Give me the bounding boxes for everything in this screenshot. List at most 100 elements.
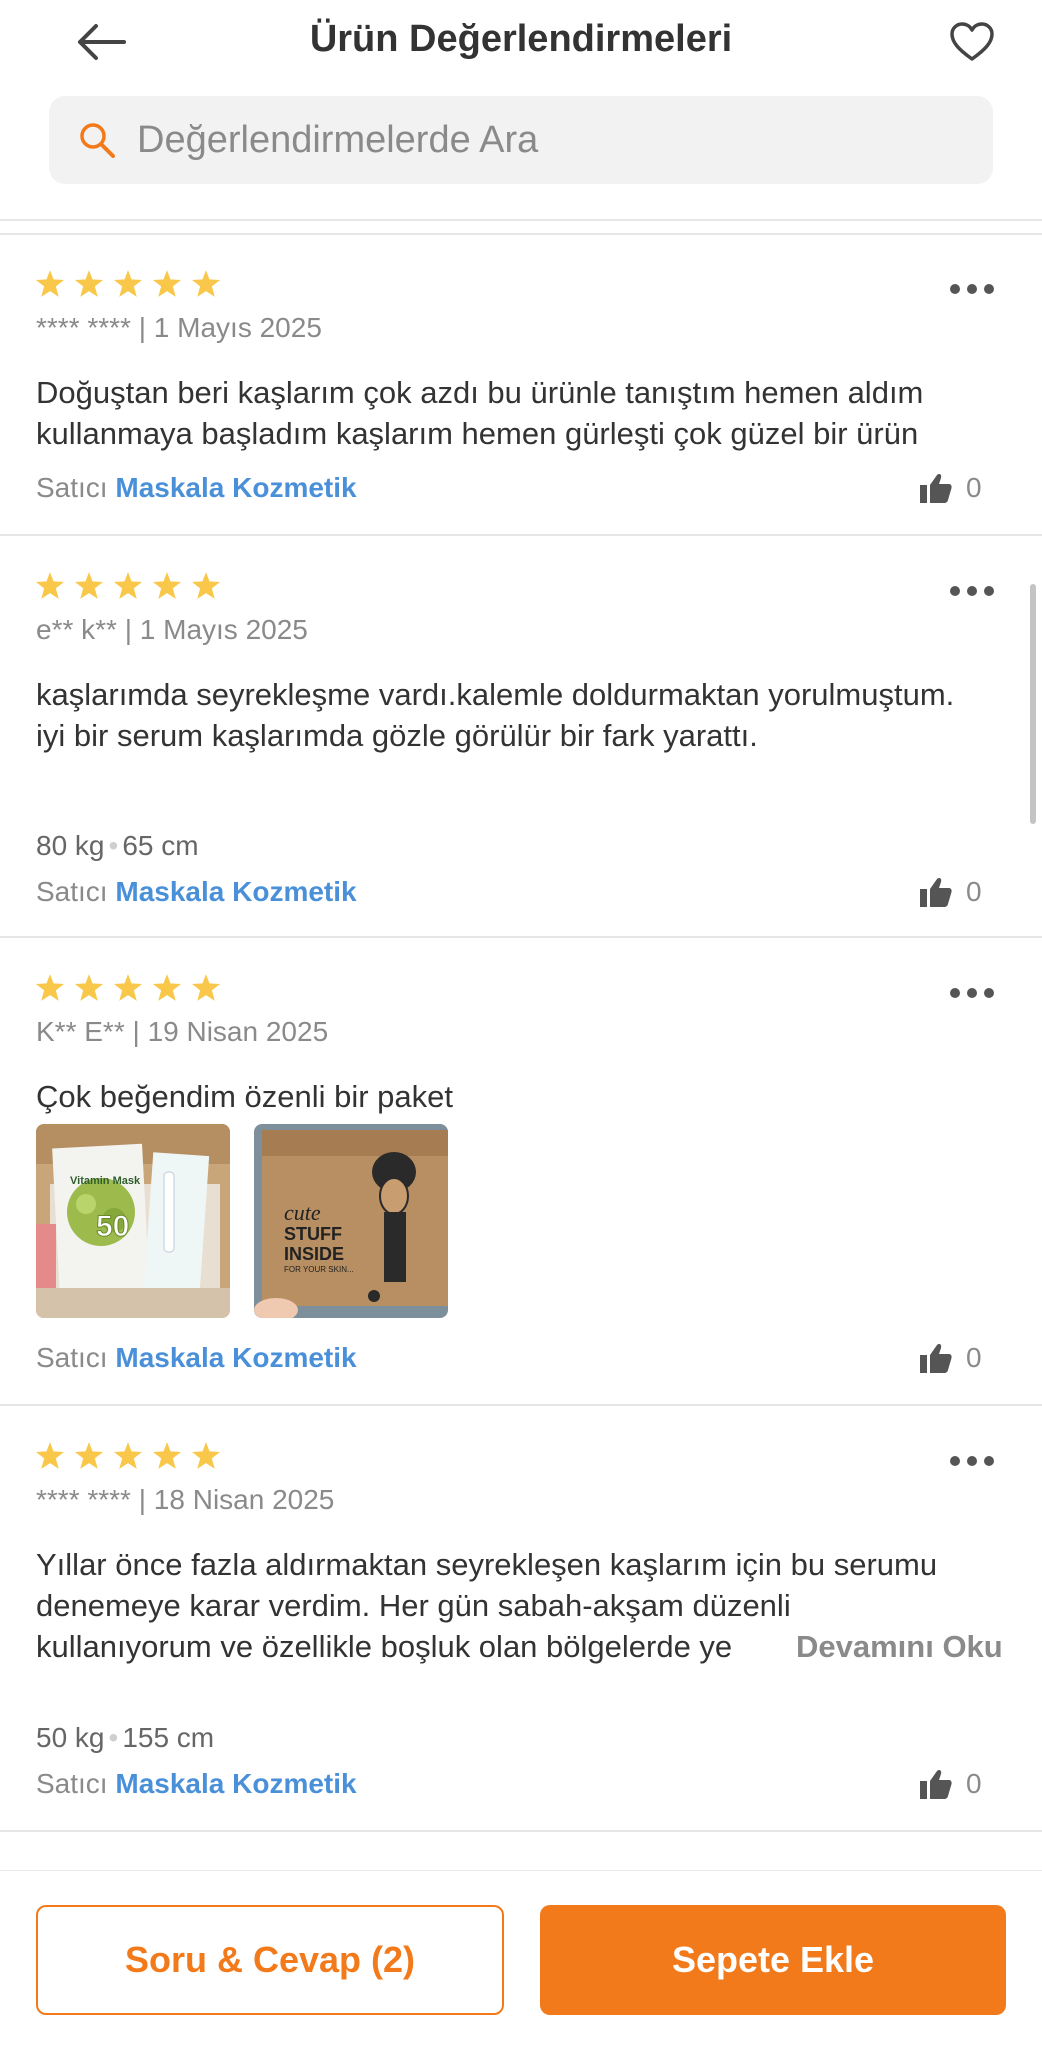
star-icon xyxy=(36,572,64,599)
like-count: 0 xyxy=(966,876,982,907)
seller-info: Satıcı Maskala Kozmetik xyxy=(36,1342,357,1374)
like-count: 0 xyxy=(966,1342,982,1373)
seller-link[interactable]: Maskala Kozmetik xyxy=(115,1768,356,1799)
bottom-action-bar: Soru & Cevap (2) Sepete Ekle xyxy=(0,1870,1042,2048)
search-input[interactable] xyxy=(137,118,937,162)
review-meta: **** **** | 1 Mayıs 2025 xyxy=(36,312,322,343)
reviewer-weight: 50 kg xyxy=(36,1722,105,1753)
like-count: 0 xyxy=(966,1768,982,1799)
seller-info: Satıcı Maskala Kozmetik xyxy=(36,876,357,908)
photo-label: Vitamin Mask xyxy=(70,1175,141,1187)
star-icon xyxy=(192,1442,220,1469)
thumbs-up-icon xyxy=(920,1770,952,1799)
photo-label: cute xyxy=(284,1200,321,1225)
reviewer-height: 155 cm xyxy=(122,1722,215,1753)
seller-link[interactable]: Maskala Kozmetik xyxy=(115,472,356,503)
page-title: Ürün Değerlendirmeleri xyxy=(309,18,733,60)
star-icon xyxy=(153,974,181,1001)
review-author: **** **** xyxy=(36,312,131,343)
more-options-button[interactable] xyxy=(950,978,994,1008)
star-icon xyxy=(114,1442,142,1469)
review-author: e** k** xyxy=(36,614,117,645)
review-photo[interactable]: cute STUFF INSIDE FOR YOUR SKIN... xyxy=(254,1124,448,1318)
review-date: 1 Mayıs 2025 xyxy=(153,312,322,343)
like-button[interactable]: 0 xyxy=(920,1342,982,1374)
reviewer-weight: 80 kg xyxy=(36,830,105,861)
photo-label: 50 xyxy=(96,1210,129,1243)
more-options-button[interactable] xyxy=(950,274,994,304)
reviews-page: Ürün Değerlendirmeleri **** **** | 1 May… xyxy=(0,0,1042,2048)
review-date: 1 Mayıs 2025 xyxy=(139,614,308,645)
review-card: K** E** | 19 Nisan 2025 Çok beğendim öze… xyxy=(0,938,1042,1404)
star-icon xyxy=(192,572,220,599)
star-icon xyxy=(75,974,103,1001)
search-icon xyxy=(80,123,115,158)
add-to-cart-button[interactable]: Sepete Ekle xyxy=(540,1905,1006,2015)
star-rating xyxy=(36,1442,220,1469)
header-divider xyxy=(0,219,1042,221)
review-date: 19 Nisan 2025 xyxy=(147,1016,329,1047)
star-icon xyxy=(153,1442,181,1469)
seller-link[interactable]: Maskala Kozmetik xyxy=(115,876,356,907)
review-card: e** k** | 1 Mayıs 2025 kaşlarımda seyrek… xyxy=(0,536,1042,936)
star-icon xyxy=(36,270,64,297)
seller-link[interactable]: Maskala Kozmetik xyxy=(115,1342,356,1373)
star-icon xyxy=(75,572,103,599)
star-icon xyxy=(36,974,64,1001)
star-rating xyxy=(36,572,220,599)
star-icon xyxy=(153,572,181,599)
reviewer-height: 65 cm xyxy=(122,830,199,861)
star-icon xyxy=(153,270,181,297)
photo-label: STUFF xyxy=(284,1224,342,1244)
star-icon xyxy=(114,270,142,297)
star-icon xyxy=(36,1442,64,1469)
seller-info: Satıcı Maskala Kozmetik xyxy=(36,472,357,504)
seller-prefix: Satıcı xyxy=(36,1342,108,1373)
star-icon xyxy=(75,270,103,297)
thumbs-up-icon xyxy=(920,1344,952,1373)
like-button[interactable]: 0 xyxy=(920,1768,982,1800)
more-options-button[interactable] xyxy=(950,1446,994,1476)
review-text-line: Yıllar önce fazla aldırmaktan seyrekleşe… xyxy=(36,1547,938,1582)
thumbs-up-icon xyxy=(920,474,952,503)
heart-outline-icon xyxy=(950,22,994,61)
star-icon xyxy=(192,270,220,297)
review-text: Doğuştan beri kaşlarım çok azdı bu ürünl… xyxy=(36,375,924,451)
questions-answers-button[interactable]: Soru & Cevap (2) xyxy=(36,1905,504,2015)
review-meta: e** k** | 1 Mayıs 2025 xyxy=(36,614,308,645)
review-card: **** **** | 1 Mayıs 2025 Doğuştan beri k… xyxy=(0,234,1042,534)
scrollbar[interactable] xyxy=(1030,584,1036,824)
thumbs-up-icon xyxy=(920,878,952,907)
review-text-line: denemeye karar verdim. Her gün sabah-akş… xyxy=(36,1588,791,1623)
review-meta: K** E** | 19 Nisan 2025 xyxy=(36,1016,329,1047)
review-card: **** **** | 18 Nisan 2025 Yıllar önce fa… xyxy=(0,1406,1042,1830)
seller-prefix: Satıcı xyxy=(36,1768,108,1799)
review-photo[interactable]: Vitamin Mask 50 xyxy=(36,1124,230,1318)
photo-label: FOR YOUR SKIN... xyxy=(284,1265,354,1274)
seller-prefix: Satıcı xyxy=(36,876,108,907)
star-icon xyxy=(114,572,142,599)
seller-prefix: Satıcı xyxy=(36,472,108,503)
star-rating xyxy=(36,270,220,297)
like-button[interactable]: 0 xyxy=(920,472,982,504)
review-text: kaşlarımda seyrekleşme vardı.kalemle dol… xyxy=(36,677,955,753)
top-app-bar: Ürün Değerlendirmeleri xyxy=(0,0,1042,80)
kraft-box-photo: cute STUFF INSIDE FOR YOUR SKIN... xyxy=(254,1124,448,1318)
search-bar[interactable] xyxy=(49,96,993,184)
review-date: 18 Nisan 2025 xyxy=(153,1484,335,1515)
reviewer-size: 80 kg • 65 cm xyxy=(36,830,199,861)
review-author: **** **** xyxy=(36,1484,131,1515)
more-options-button[interactable] xyxy=(950,576,994,606)
like-count: 0 xyxy=(966,472,982,503)
seller-info: Satıcı Maskala Kozmetik xyxy=(36,1768,357,1800)
star-rating xyxy=(36,974,220,1001)
review-meta: **** **** | 18 Nisan 2025 xyxy=(36,1484,335,1515)
favorite-button[interactable] xyxy=(942,14,1002,70)
reviewer-size: 50 kg • 155 cm xyxy=(36,1722,215,1753)
read-more-link[interactable]: Devamını Oku xyxy=(770,1626,1003,1667)
like-button[interactable]: 0 xyxy=(920,876,982,908)
review-author: K** E** xyxy=(36,1016,125,1047)
photo-label: INSIDE xyxy=(284,1244,344,1264)
review-text: Çok beğendim özenli bir paket xyxy=(36,1079,454,1114)
review-divider xyxy=(0,1830,1042,1832)
